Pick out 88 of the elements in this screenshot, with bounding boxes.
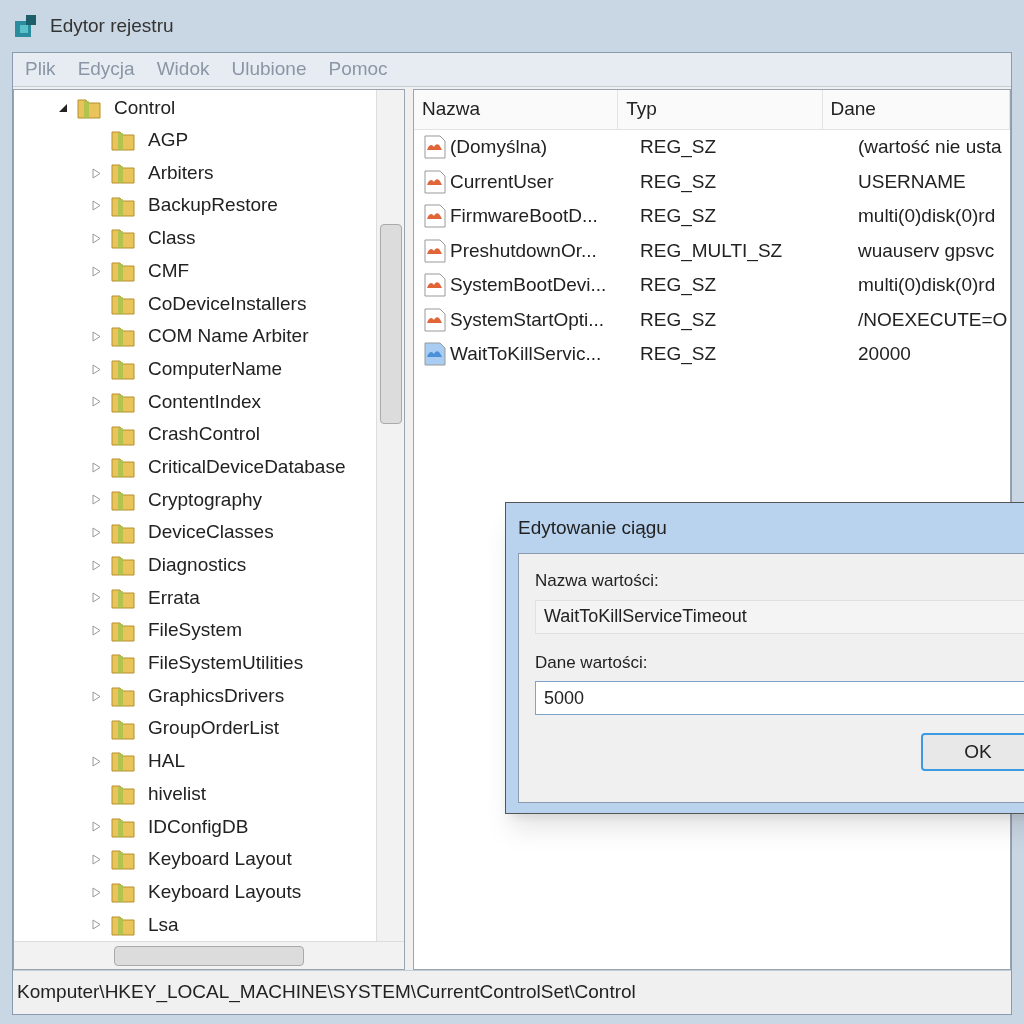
expand-arrow-icon[interactable] bbox=[92, 461, 101, 473]
value-type: REG_SZ bbox=[639, 342, 718, 367]
value-type: REG_SZ bbox=[639, 307, 718, 333]
value-data: USERNAME bbox=[857, 169, 966, 194]
value-data: multi(0)disk(0)rd bbox=[857, 204, 996, 228]
tree-label[interactable]: GraphicsDrivers bbox=[148, 681, 285, 711]
value-name[interactable]: WaitToKillServic... bbox=[450, 340, 602, 369]
field-label: Nazwa wartości: bbox=[535, 570, 660, 592]
tree-label[interactable]: Cryptography bbox=[148, 485, 263, 515]
tree-label[interactable]: AGP bbox=[148, 126, 189, 155]
tree-label[interactable]: CoDeviceInstallers bbox=[148, 289, 307, 319]
expand-arrow-icon[interactable] bbox=[92, 625, 101, 637]
value-type: REG_SZ bbox=[639, 135, 718, 160]
expand-arrow-icon[interactable] bbox=[92, 592, 101, 604]
value-data: 20000 bbox=[857, 342, 911, 366]
expand-arrow-icon[interactable] bbox=[92, 821, 101, 833]
value-name[interactable]: CurrentUser bbox=[450, 167, 554, 196]
horizontal-scrollbar[interactable] bbox=[14, 941, 404, 970]
expand-arrow-icon[interactable] bbox=[92, 330, 101, 342]
field-label: Dane wartości: bbox=[535, 651, 649, 674]
string-value-icon bbox=[422, 134, 448, 161]
value-name-field[interactable]: WaitToKillServiceTimeout bbox=[535, 599, 1024, 634]
value-data: /NOEXECUTE=O bbox=[857, 307, 1008, 332]
value-type: REG_SZ bbox=[639, 169, 718, 195]
column-header[interactable]: Dane bbox=[822, 90, 1010, 129]
value-name[interactable]: SystemStartOpti... bbox=[450, 305, 605, 334]
value-data-field[interactable]: 5000 bbox=[535, 681, 1024, 715]
tree-label[interactable]: CMF bbox=[148, 256, 190, 286]
vertical-scrollbar[interactable] bbox=[376, 90, 404, 942]
value-name[interactable]: (Domyślna) bbox=[450, 133, 548, 162]
tree-label[interactable]: CrashControl bbox=[148, 420, 260, 449]
tree-label[interactable]: COM Name Arbiter bbox=[148, 322, 309, 351]
tree-label[interactable]: BackupRestore bbox=[148, 191, 278, 220]
value-data: wuauserv gpsvc bbox=[857, 238, 995, 263]
string-value-icon bbox=[422, 168, 448, 195]
string-value-icon bbox=[422, 237, 448, 264]
string-value-icon bbox=[422, 272, 448, 299]
tree-label[interactable]: DeviceClasses bbox=[148, 518, 274, 547]
status-path-text: Komputer\HKEY_LOCAL_MACHINE\SYSTEM\CurrentControlSet\Control bbox=[17, 980, 636, 1005]
value-name[interactable]: PreshutdownOr... bbox=[450, 236, 597, 265]
tree-label[interactable]: Keyboard Layout bbox=[148, 845, 292, 874]
expand-arrow-icon[interactable] bbox=[92, 396, 101, 408]
expand-arrow-icon[interactable] bbox=[92, 559, 101, 571]
expand-arrow-icon[interactable] bbox=[92, 167, 101, 179]
value-type: REG_SZ bbox=[639, 204, 718, 229]
column-header[interactable]: Typ bbox=[618, 90, 823, 129]
expand-arrow-icon[interactable] bbox=[92, 363, 101, 375]
tree-item[interactable]: Control bbox=[58, 92, 376, 124]
expand-arrow-icon[interactable] bbox=[92, 755, 101, 767]
tree-label[interactable]: ComputerName bbox=[148, 354, 283, 384]
tree-label[interactable]: Arbiters bbox=[148, 158, 214, 188]
value-data: multi(0)disk(0)rd bbox=[857, 273, 996, 297]
value-type: REG_MULTI_SZ bbox=[639, 238, 784, 264]
tree-label[interactable]: Keyboard Layouts bbox=[148, 877, 302, 907]
tree-label[interactable]: IDConfigDB bbox=[148, 812, 249, 842]
expand-arrow-icon[interactable] bbox=[92, 232, 101, 244]
tree-label: Control bbox=[114, 95, 176, 120]
tree-label[interactable]: hivelist bbox=[148, 779, 207, 809]
expand-arrow-icon[interactable] bbox=[92, 265, 101, 277]
tree-label[interactable]: CriticalDeviceDatabase bbox=[148, 452, 346, 482]
window-title: Edytor rejestru bbox=[50, 13, 174, 38]
tree-label[interactable]: Lsa bbox=[148, 910, 179, 940]
tree-label[interactable]: Class bbox=[148, 224, 196, 253]
expand-arrow-icon[interactable] bbox=[92, 919, 101, 931]
value-data: (wartość nie usta bbox=[857, 135, 1002, 159]
expand-arrow-icon[interactable] bbox=[92, 853, 101, 865]
dialog-title: Edytowanie ciągu bbox=[518, 515, 667, 540]
expand-arrow-icon[interactable] bbox=[92, 690, 101, 702]
value-name[interactable]: FirmwareBootD... bbox=[450, 202, 598, 231]
value-name[interactable]: SystemBootDevi... bbox=[450, 271, 607, 300]
value-type: REG_SZ bbox=[639, 273, 718, 298]
tree-label[interactable]: HAL bbox=[148, 747, 185, 776]
expand-arrow-icon[interactable] bbox=[92, 200, 101, 212]
expand-arrow-icon[interactable] bbox=[92, 886, 101, 898]
tree-label[interactable]: ContentIndex bbox=[148, 387, 262, 417]
tree-label[interactable]: FileSystemUtilities bbox=[148, 649, 304, 678]
collapse-triangle-icon[interactable] bbox=[58, 103, 68, 113]
string-value-icon bbox=[422, 203, 448, 230]
tree-label[interactable]: Errata bbox=[148, 583, 200, 613]
string-value-icon bbox=[422, 306, 448, 333]
tree-label[interactable]: FileSystem bbox=[148, 616, 242, 645]
ok-button[interactable]: OK bbox=[921, 733, 1024, 771]
tree-label[interactable]: Diagnostics bbox=[148, 551, 247, 580]
tree-label[interactable]: GroupOrderList bbox=[148, 714, 279, 743]
expand-arrow-icon[interactable] bbox=[92, 494, 101, 506]
binary-value-icon bbox=[422, 341, 448, 368]
column-header[interactable]: Nazwa bbox=[414, 90, 619, 129]
expand-arrow-icon[interactable] bbox=[92, 527, 101, 539]
